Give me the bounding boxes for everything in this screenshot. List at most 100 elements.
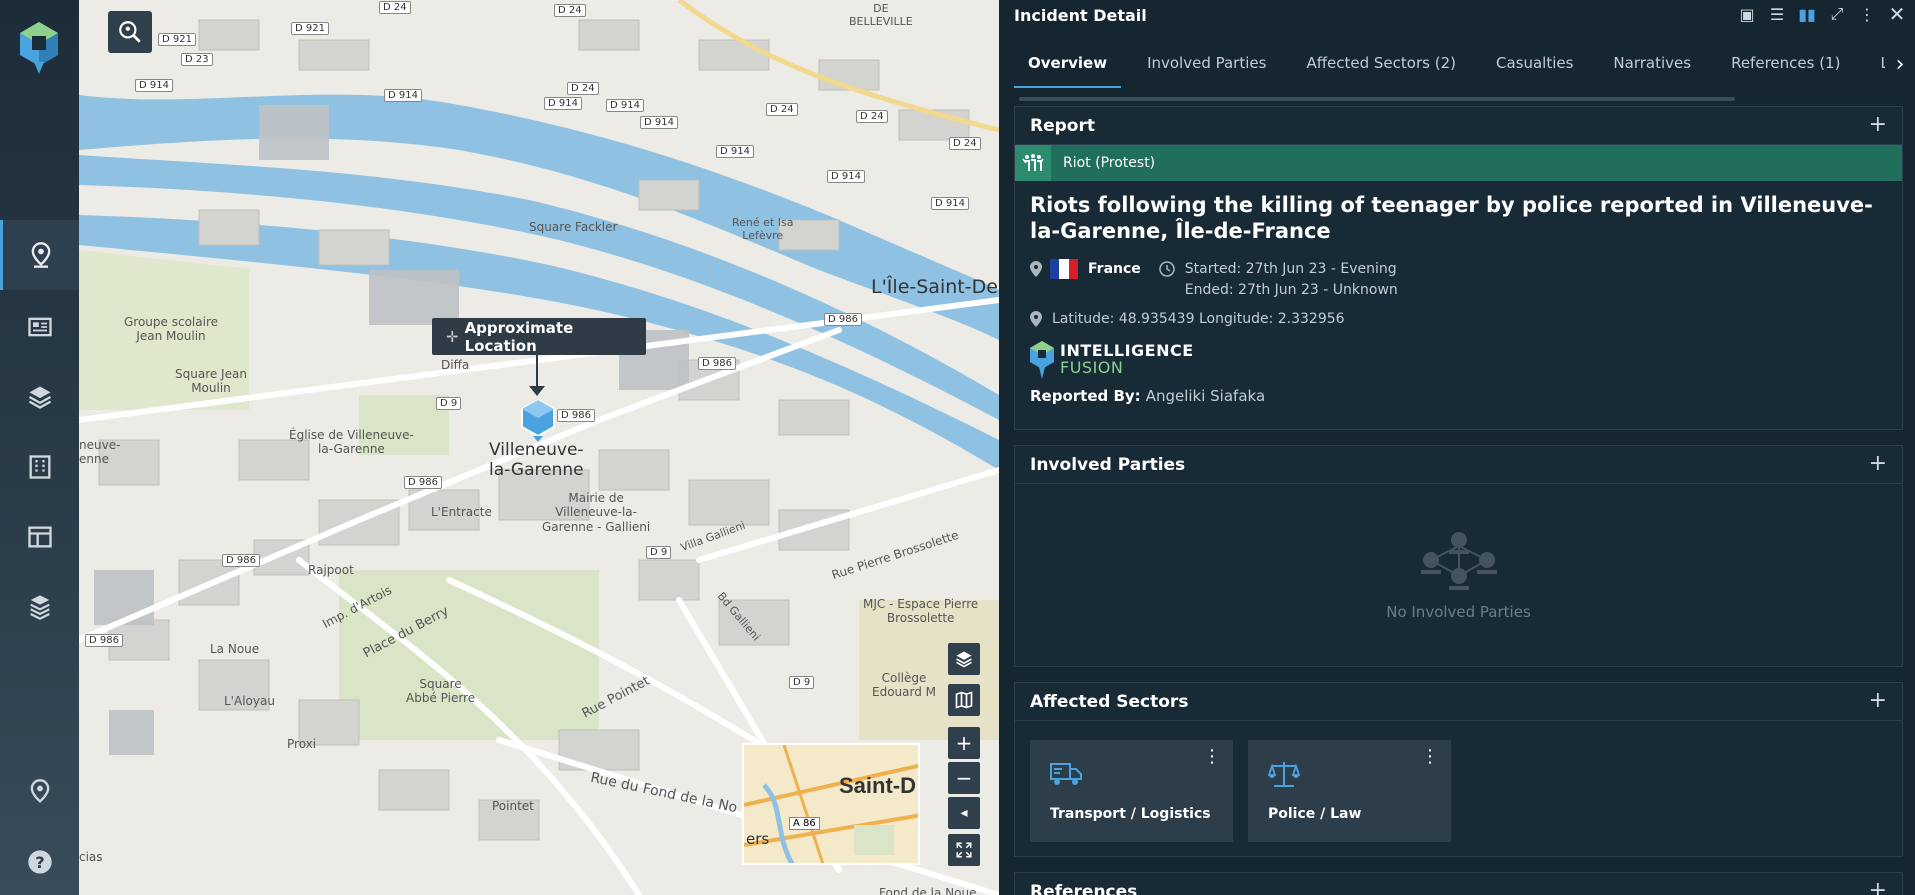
coordinates: Latitude: 48.935439 Longitude: 2.332956 xyxy=(1052,310,1345,327)
tab-involved-parties[interactable]: Involved Parties xyxy=(1133,44,1280,88)
zoom-out-button[interactable]: − xyxy=(948,762,980,794)
road-badge: D 9 xyxy=(789,676,815,689)
building-icon xyxy=(29,455,50,479)
minimap[interactable]: Saint-D ers A 86 xyxy=(742,743,920,865)
map-label-college: Collège Edouard M xyxy=(872,671,937,700)
road-badge: D 986 xyxy=(222,554,260,567)
map-label-pointet: Pointet xyxy=(492,799,534,813)
nav-stack-layers[interactable] xyxy=(0,572,79,642)
incident-detail-panel: Incident Detail ▣ ☰ ▮▮ ⤢ ⋮ ✕ Overview In… xyxy=(999,0,1915,895)
road-badge: D 24 xyxy=(949,137,981,150)
map-label-proxi: Proxi xyxy=(287,737,317,751)
road-badge: D 914 xyxy=(640,116,678,129)
view-split-horizontal-icon[interactable]: ☰ xyxy=(1767,4,1787,24)
sector-menu-icon[interactable]: ⋮ xyxy=(1421,748,1439,766)
france-flag-icon xyxy=(1050,258,1078,279)
newspaper-icon xyxy=(27,317,52,337)
map-label-ile-saint-denis: L'Île-Saint-Den xyxy=(871,276,999,298)
report-title: Riots following the killing of teenager … xyxy=(1030,193,1873,243)
sector-tile-police[interactable]: ⋮ Police / Law xyxy=(1248,740,1451,842)
left-navigation: ? xyxy=(0,0,79,895)
tabs-next-button[interactable]: › xyxy=(1885,40,1915,88)
map-view[interactable]: Villeneuve- la-Garenne L'Île-Saint-Den D… xyxy=(79,0,999,895)
report-card: Report + Riot (Protest) Riots following … xyxy=(1014,106,1903,430)
add-involved-party-icon[interactable]: + xyxy=(1869,453,1887,475)
road-badge: D 921 xyxy=(158,33,196,46)
category-bar: Riot (Protest) xyxy=(1015,145,1902,181)
location-pin-icon xyxy=(1030,260,1042,277)
map-layers-button[interactable] xyxy=(948,643,980,675)
close-icon[interactable]: ✕ xyxy=(1887,2,1907,26)
more-options-icon[interactable]: ⋮ xyxy=(1857,4,1877,24)
layers-icon xyxy=(28,386,51,409)
nav-location[interactable] xyxy=(0,757,79,827)
fullscreen-button[interactable] xyxy=(948,834,980,866)
intelligence-fusion-logo-icon xyxy=(1030,340,1054,379)
map-style-button[interactable] xyxy=(948,684,980,716)
tabs-scrollbar[interactable] xyxy=(1019,97,1735,101)
map-label-rajpoot: Rajpoot xyxy=(308,563,354,577)
tab-casualties[interactable]: Casualties xyxy=(1482,44,1587,88)
view-expand-icon[interactable]: ⤢ xyxy=(1827,4,1847,24)
compass-icon: ◂ xyxy=(960,805,968,821)
tab-narratives[interactable]: Narratives xyxy=(1599,44,1705,88)
zoom-in-button[interactable]: + xyxy=(948,727,980,759)
help-icon: ? xyxy=(27,850,52,874)
sector-label: Police / Law xyxy=(1268,806,1362,822)
compass-button[interactable]: ◂ xyxy=(948,797,980,829)
road-badge: D 24 xyxy=(567,82,599,95)
app-logo-icon[interactable] xyxy=(20,22,58,74)
view-map-only-icon[interactable]: ▣ xyxy=(1737,4,1757,24)
sector-tile-transport[interactable]: ⋮ Transport / Logistics xyxy=(1030,740,1233,842)
map-label-rene-lefevre: René et Isa Lefèvre xyxy=(732,216,794,243)
add-reference-icon[interactable]: + xyxy=(1869,880,1887,895)
involved-parties-card: Involved Parties + No Involved Parties xyxy=(1014,445,1903,667)
road-badge: D 986 xyxy=(85,634,123,647)
map-label-groupe-scolaire: Groupe scolaire Jean Moulin xyxy=(124,315,218,344)
road-badge: D 986 xyxy=(824,313,862,326)
tab-affected-sectors[interactable]: Affected Sectors (2) xyxy=(1292,44,1470,88)
nav-help[interactable]: ? xyxy=(0,827,79,895)
map-label-diffa: Diffa xyxy=(441,358,470,372)
folded-map-icon xyxy=(955,691,973,709)
view-split-vertical-icon[interactable]: ▮▮ xyxy=(1797,4,1817,24)
nav-dashboard[interactable] xyxy=(0,502,79,572)
reported-by-label: Reported By: xyxy=(1030,386,1141,405)
ended-date: Ended: 27th Jun 23 - Unknown xyxy=(1184,281,1398,298)
road-badge: D 23 xyxy=(181,53,213,66)
add-report-icon[interactable]: + xyxy=(1869,114,1887,136)
map-label-square-jean-moulin: Square Jean Moulin xyxy=(175,367,247,396)
reported-by-name: Angeliki Siafaka xyxy=(1145,386,1266,405)
road-badge: D 921 xyxy=(291,22,329,35)
sector-label: Transport / Logistics xyxy=(1050,806,1211,822)
minimap-city-label: Saint-D xyxy=(839,773,916,798)
involved-parties-header: Involved Parties + xyxy=(1015,446,1902,484)
nav-feed[interactable] xyxy=(0,292,79,362)
location-marker-icon xyxy=(30,779,49,803)
app-root: ? Villeneuve- la-Garenne L'Île-Saint-Den… xyxy=(0,0,1915,895)
clock-icon xyxy=(1159,260,1175,277)
add-affected-sector-icon[interactable]: + xyxy=(1869,690,1887,712)
map-label-villeneuve: Villeneuve- la-Garenne xyxy=(489,440,584,481)
nav-layers[interactable] xyxy=(0,362,79,432)
tooltip-arrowhead xyxy=(529,386,545,396)
nav-buildings[interactable] xyxy=(0,432,79,502)
nav-map-pin[interactable] xyxy=(0,220,79,290)
minimap-canvas xyxy=(744,745,918,863)
map-label-aloyau: L'Aloyau xyxy=(224,694,275,708)
incident-location-pin-icon[interactable] xyxy=(520,398,556,442)
tab-references[interactable]: References (1) xyxy=(1717,44,1854,88)
minimap-sub-label: ers xyxy=(746,830,770,848)
road-badge: D 9 xyxy=(646,546,672,559)
map-label-square-abbe: Square Abbé Pierre xyxy=(406,677,476,706)
svg-text:?: ? xyxy=(35,853,44,872)
plus-icon: + xyxy=(955,731,973,755)
road-badge: D 24 xyxy=(554,4,586,17)
layers-icon xyxy=(956,651,972,668)
truck-icon xyxy=(1050,763,1082,785)
category-label: Riot (Protest) xyxy=(1063,155,1156,171)
tab-overview[interactable]: Overview xyxy=(1014,44,1122,88)
sector-menu-icon[interactable]: ⋮ xyxy=(1203,748,1221,766)
map-search-button[interactable] xyxy=(108,11,152,53)
panel-header: Incident Detail ▣ ☰ ▮▮ ⤢ ⋮ ✕ xyxy=(999,0,1915,30)
